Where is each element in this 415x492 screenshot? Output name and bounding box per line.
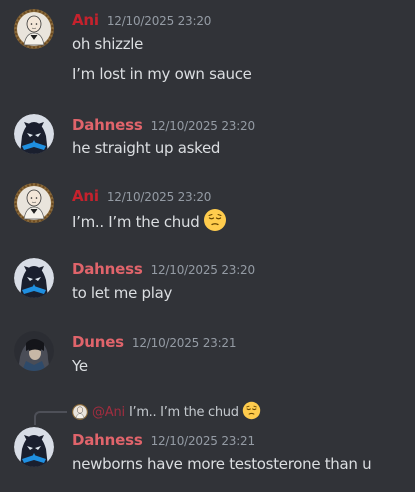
message-timestamp[interactable]: 12/10/2025 23:21 <box>132 336 237 350</box>
dahness-avatar[interactable] <box>14 427 54 467</box>
message-text: to let me play <box>72 284 173 302</box>
ani-avatar[interactable] <box>14 183 54 223</box>
dunes-avatar[interactable] <box>14 331 54 371</box>
reply-spine <box>34 411 67 425</box>
message-text: oh shizzle <box>72 35 144 53</box>
message-line: I’m.. I’m the chud <box>72 208 227 236</box>
reply-mention[interactable]: @Ani <box>92 405 125 420</box>
author-name[interactable]: Dahness <box>72 116 143 134</box>
pensive-face-emoji <box>203 208 227 236</box>
ani-avatar[interactable] <box>14 9 54 49</box>
message-text: newborns have more testosterone than u <box>72 455 372 473</box>
message-text: I’m.. I’m the chud <box>72 213 200 231</box>
message-timestamp[interactable]: 12/10/2025 23:20 <box>151 119 256 133</box>
dahness-avatar[interactable] <box>14 258 54 298</box>
author-name[interactable]: Ani <box>72 187 99 205</box>
ani-reply-avatar <box>72 404 88 420</box>
author-name[interactable]: Dahness <box>72 260 143 278</box>
message-text: I’m lost in my own sauce <box>72 65 252 83</box>
message-timestamp[interactable]: 12/10/2025 23:21 <box>151 434 256 448</box>
reply-preview[interactable]: @Ani I’m.. I’m the chud <box>72 401 261 424</box>
dahness-avatar[interactable] <box>14 114 54 154</box>
message-text: Ye <box>72 357 88 375</box>
author-name[interactable]: Ani <box>72 11 99 29</box>
message-text: he straight up asked <box>72 139 221 157</box>
reply-text[interactable]: I’m.. I’m the chud <box>129 405 239 420</box>
author-name[interactable]: Dunes <box>72 333 124 351</box>
pensive-face-emoji <box>242 401 261 424</box>
reply-reference[interactable]: @Ani I’m.. I’m the chud <box>34 401 414 425</box>
message-timestamp[interactable]: 12/10/2025 23:20 <box>107 190 212 204</box>
author-name[interactable]: Dahness <box>72 431 143 449</box>
chat-message-list: Ani 12/10/2025 23:20 oh shizzle I’m lost… <box>0 0 415 492</box>
message-timestamp[interactable]: 12/10/2025 23:20 <box>107 14 212 28</box>
message-timestamp[interactable]: 12/10/2025 23:20 <box>151 263 256 277</box>
